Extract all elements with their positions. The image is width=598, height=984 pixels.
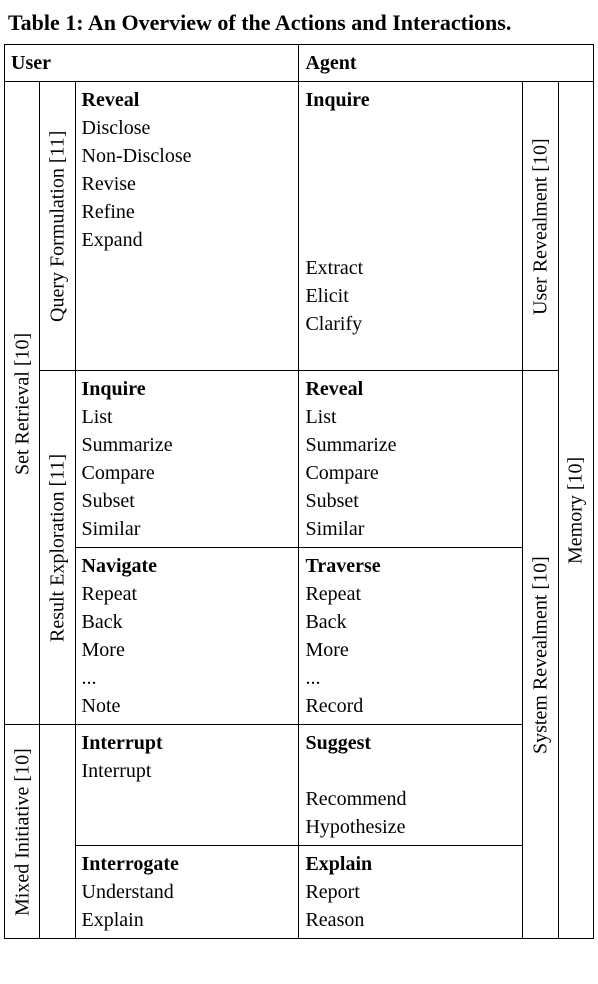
list-item: List (82, 403, 293, 431)
cell-head: Interrupt (82, 729, 293, 757)
list-item: Summarize (82, 431, 293, 459)
empty-cell (40, 725, 75, 939)
label-system-revealment: System Revealment [10] (523, 371, 558, 939)
list-item: Expand (82, 226, 293, 254)
cell-user-reveal: Reveal DiscloseNon-DiscloseReviseRefineE… (75, 82, 299, 371)
list-item: Subset (305, 487, 516, 515)
cell-agent-traverse: Traverse RepeatBackMore...Record (299, 548, 523, 725)
list-item: Extract (305, 254, 516, 282)
cell-head: Navigate (82, 552, 293, 580)
cell-head: Inquire (305, 86, 516, 114)
list-item: Similar (305, 515, 516, 543)
row-reveal-inquire: Set Retrieval [10] Query Formulation [11… (5, 82, 594, 371)
cell-head: Explain (305, 850, 516, 878)
cell-items: RepeatBackMore...Note (82, 580, 293, 720)
row-navigate-traverse: Navigate RepeatBackMore...Note Traverse … (5, 548, 594, 725)
list-item: Repeat (82, 580, 293, 608)
list-item: ... (82, 664, 293, 692)
list-item: Report (305, 878, 516, 906)
list-item: Back (305, 608, 516, 636)
actions-table: User Agent Set Retrieval [10] Query Form… (4, 44, 594, 939)
list-item: Elicit (305, 282, 516, 310)
cell-items: RecommendHypothesize (305, 757, 516, 841)
cell-head: Interrogate (82, 850, 293, 878)
cell-agent-explain: Explain ReportReason (299, 846, 523, 939)
row-interrupt-suggest: Mixed Initiative [10] Interrupt Interrup… (5, 725, 594, 846)
list-item (305, 170, 516, 198)
cell-head: Reveal (82, 86, 293, 114)
cell-items: DiscloseNon-DiscloseReviseRefineExpand (82, 114, 293, 366)
cell-items: ListSummarizeCompareSubsetSimilar (82, 403, 293, 543)
cell-head: Reveal (305, 375, 516, 403)
cell-head: Traverse (305, 552, 516, 580)
label-mixed-initiative: Mixed Initiative [10] (5, 725, 40, 939)
label-result-exploration: Result Exploration [11] (40, 371, 75, 725)
list-item: Compare (305, 459, 516, 487)
list-item: Summarize (305, 431, 516, 459)
row-inquire-reveal: Result Exploration [11] Inquire ListSumm… (5, 371, 594, 548)
list-item (82, 310, 293, 338)
list-item: Repeat (305, 580, 516, 608)
cell-items: ExtractElicitClarify (305, 114, 516, 366)
list-item (82, 338, 293, 366)
cell-items: RepeatBackMore...Record (305, 580, 516, 720)
row-interrogate-explain: Interrogate UnderstandExplain Explain Re… (5, 846, 594, 939)
cell-items: ListSummarizeCompareSubsetSimilar (305, 403, 516, 543)
list-item: ... (305, 664, 516, 692)
list-item: Similar (82, 515, 293, 543)
list-item: Back (82, 608, 293, 636)
cell-head: Suggest (305, 729, 516, 757)
list-item (82, 254, 293, 282)
cell-agent-reveal: Reveal ListSummarizeCompareSubsetSimilar (299, 371, 523, 548)
label-query-formulation: Query Formulation [11] (40, 82, 75, 371)
list-item (82, 813, 293, 841)
list-item (305, 114, 516, 142)
list-item (82, 282, 293, 310)
list-item: Explain (82, 906, 293, 934)
list-item: Hypothesize (305, 813, 516, 841)
list-item: Compare (82, 459, 293, 487)
list-item: Non-Disclose (82, 142, 293, 170)
list-item: Note (82, 692, 293, 720)
list-item: Reason (305, 906, 516, 934)
label-memory: Memory [10] (558, 82, 593, 939)
cell-items: UnderstandExplain (82, 878, 293, 934)
list-item: Record (305, 692, 516, 720)
list-item: More (82, 636, 293, 664)
list-item: More (305, 636, 516, 664)
table-header-row: User Agent (5, 45, 594, 82)
list-item: Understand (82, 878, 293, 906)
list-item (305, 226, 516, 254)
cell-user-inquire: Inquire ListSummarizeCompareSubsetSimila… (75, 371, 299, 548)
table-caption: Table 1: An Overview of the Actions and … (4, 10, 594, 36)
cell-items: Interrupt (82, 757, 293, 841)
list-item: Clarify (305, 310, 516, 338)
header-user: User (5, 45, 299, 82)
cell-agent-suggest: Suggest RecommendHypothesize (299, 725, 523, 846)
list-item (305, 142, 516, 170)
list-item: Revise (82, 170, 293, 198)
cell-agent-inquire: Inquire ExtractElicitClarify (299, 82, 523, 371)
cell-user-navigate: Navigate RepeatBackMore...Note (75, 548, 299, 725)
list-item (305, 757, 516, 785)
list-item: Interrupt (82, 757, 293, 785)
list-item: Recommend (305, 785, 516, 813)
cell-head: Inquire (82, 375, 293, 403)
list-item: Subset (82, 487, 293, 515)
list-item: Disclose (82, 114, 293, 142)
label-set-retrieval: Set Retrieval [10] (5, 82, 40, 725)
cell-user-interrogate: Interrogate UnderstandExplain (75, 846, 299, 939)
header-agent: Agent (299, 45, 594, 82)
list-item: Refine (82, 198, 293, 226)
cell-user-interrupt: Interrupt Interrupt (75, 725, 299, 846)
list-item (305, 198, 516, 226)
list-item (305, 338, 516, 366)
list-item: List (305, 403, 516, 431)
label-user-revealment: User Revealment [10] (523, 82, 558, 371)
list-item (82, 785, 293, 813)
cell-items: ReportReason (305, 878, 516, 934)
